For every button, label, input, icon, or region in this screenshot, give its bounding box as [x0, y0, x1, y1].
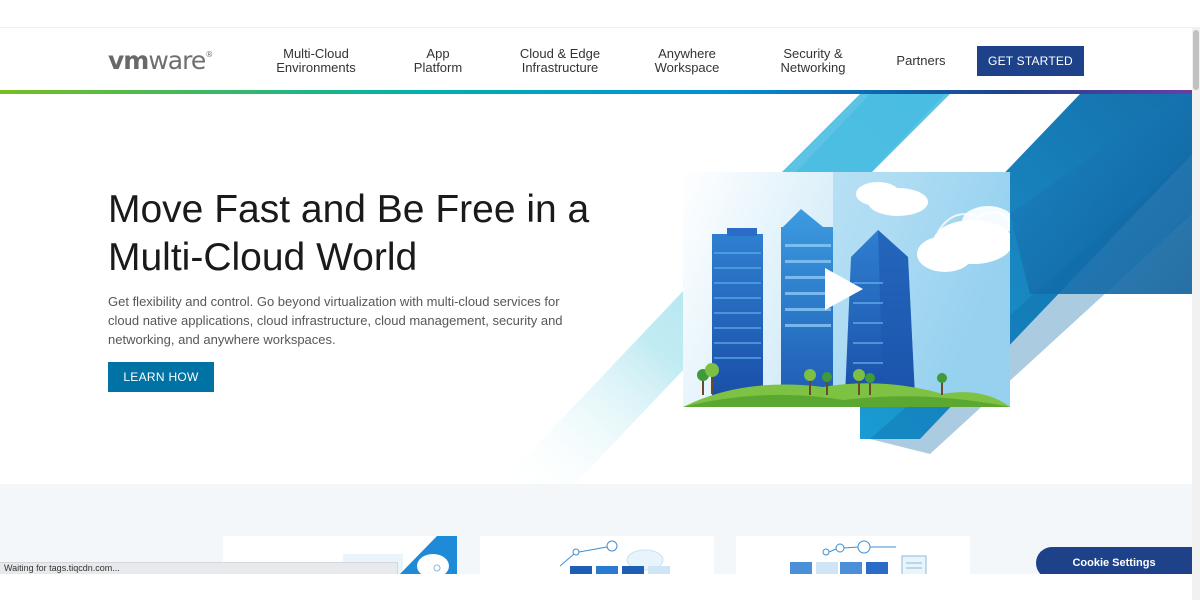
feature-card-2[interactable] — [480, 536, 714, 576]
nav-app-platform[interactable]: App Platform — [404, 47, 472, 75]
nav-security-networking[interactable]: Security & Networking — [774, 47, 852, 75]
nav-anywhere-workspace[interactable]: Anywhere Workspace — [648, 47, 726, 75]
learn-how-button[interactable]: LEARN HOW — [108, 362, 214, 392]
feature-card-3[interactable] — [736, 536, 970, 576]
bottom-blank-area — [0, 574, 1192, 600]
top-blank-area — [0, 0, 1200, 28]
browser-status-bar: Waiting for tags.tiqcdn.com... — [0, 562, 398, 574]
nav-multi-cloud-environments[interactable]: Multi-Cloud Environments — [272, 47, 360, 75]
nav-partners[interactable]: Partners — [892, 54, 950, 68]
page-scrollbar[interactable] — [1192, 28, 1200, 600]
vmware-logo[interactable]: vmware® — [108, 46, 213, 75]
play-icon[interactable] — [823, 266, 865, 312]
site-header: vmware® Multi-Cloud Environments App Pla… — [0, 28, 1192, 90]
hero-background-shapes — [500, 94, 1192, 484]
nav-cloud-edge-infrastructure[interactable]: Cloud & Edge Infrastructure — [514, 47, 606, 75]
hero-section: Move Fast and Be Free in a Multi-Cloud W… — [0, 94, 1192, 484]
hero-description: Get flexibility and control. Go beyond v… — [108, 294, 563, 347]
hero-title: Move Fast and Be Free in a Multi-Cloud W… — [108, 188, 590, 279]
page-scrollbar-thumb[interactable] — [1193, 30, 1199, 90]
get-started-button[interactable]: GET STARTED — [977, 46, 1084, 76]
hero-video-card[interactable] — [683, 172, 1010, 407]
